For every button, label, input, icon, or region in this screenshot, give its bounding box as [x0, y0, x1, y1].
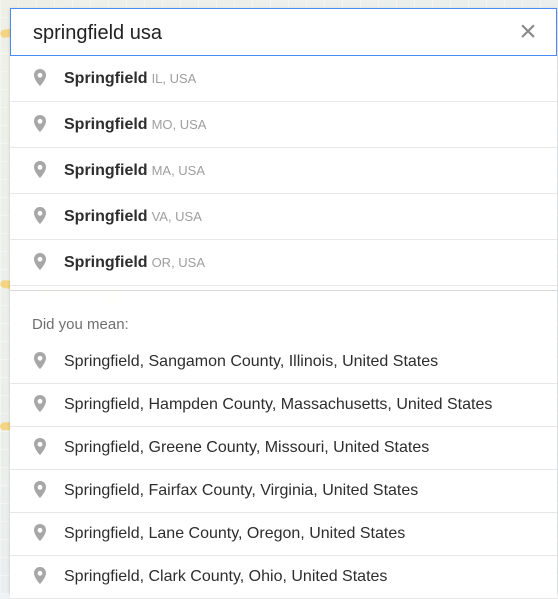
did-you-mean-item-oregon[interactable]: Springfield, Lane County, Oregon, United…: [10, 513, 557, 556]
did-you-mean-item-massachusetts[interactable]: Springfield, Hampden County, Massachuset…: [10, 384, 557, 427]
did-you-mean-text: Springfield, Clark County, Ohio, United …: [64, 568, 388, 585]
suggestion-detail: VA, USA: [151, 209, 202, 224]
location-pin-icon: [28, 206, 52, 227]
did-you-mean-item-illinois[interactable]: Springfield, Sangamon County, Illinois, …: [10, 341, 557, 384]
location-pin-icon: [28, 68, 52, 89]
did-you-mean-text: Springfield, Greene County, Missouri, Un…: [64, 439, 430, 456]
search-panel: × Springfield IL, USA Springfield MO, US…: [10, 8, 557, 599]
suggestion-name: Springfield: [64, 69, 148, 87]
did-you-mean-text: Springfield, Hampden County, Massachuset…: [64, 396, 493, 413]
did-you-mean-text: Springfield, Sangamon County, Illinois, …: [64, 353, 439, 370]
location-pin-icon: [28, 567, 52, 587]
search-input[interactable]: [33, 20, 493, 46]
suggestion-detail: MO, USA: [151, 117, 207, 132]
suggestion-name: Springfield: [64, 207, 148, 225]
suggestion-name: Springfield: [64, 253, 148, 271]
location-pin-icon: [28, 438, 52, 458]
location-pin-icon: [28, 252, 52, 273]
suggestion-item-mo[interactable]: Springfield MO, USA: [10, 102, 557, 148]
suggestion-item-il[interactable]: Springfield IL, USA: [10, 56, 557, 102]
location-pin-icon: [28, 114, 52, 135]
did-you-mean-item-ohio[interactable]: Springfield, Clark County, Ohio, United …: [10, 556, 557, 599]
did-you-mean-item-virginia[interactable]: Springfield, Fairfax County, Virginia, U…: [10, 470, 557, 513]
suggestion-name: Springfield: [64, 161, 148, 179]
did-you-mean-list: Springfield, Sangamon County, Illinois, …: [10, 341, 557, 599]
suggestion-detail: OR, USA: [151, 255, 206, 270]
did-you-mean-item-missouri[interactable]: Springfield, Greene County, Missouri, Un…: [10, 427, 557, 470]
section-divider: [10, 290, 557, 304]
location-pin-icon: [28, 352, 52, 372]
close-icon[interactable]: ×: [514, 17, 542, 47]
did-you-mean-label: Did you mean:: [32, 316, 129, 333]
location-pin-icon: [28, 160, 52, 181]
suggestion-item-or[interactable]: Springfield OR, USA: [10, 240, 557, 286]
suggestion-detail: MA, USA: [151, 163, 206, 178]
suggestion-detail: IL, USA: [151, 71, 197, 86]
location-pin-icon: [28, 481, 52, 501]
did-you-mean-text: Springfield, Lane County, Oregon, United…: [64, 525, 406, 542]
location-pin-icon: [28, 395, 52, 415]
search-box[interactable]: ×: [10, 8, 557, 56]
suggestion-list: Springfield IL, USA Springfield MO, USA …: [10, 56, 557, 286]
suggestion-item-va[interactable]: Springfield VA, USA: [10, 194, 557, 240]
suggestion-name: Springfield: [64, 115, 148, 133]
did-you-mean-text: Springfield, Fairfax County, Virginia, U…: [64, 482, 419, 499]
suggestion-item-ma[interactable]: Springfield MA, USA: [10, 148, 557, 194]
location-pin-icon: [28, 524, 52, 544]
